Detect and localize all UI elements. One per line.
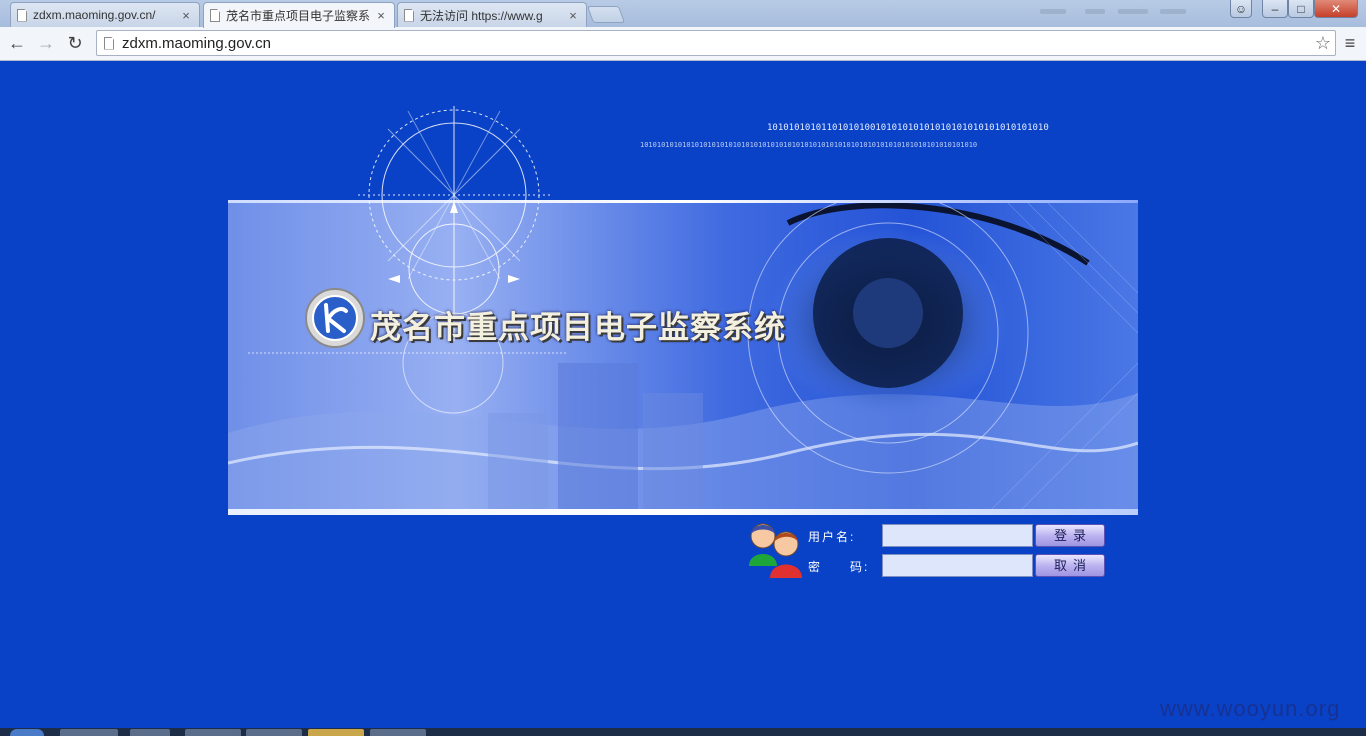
tab-monitoring-system[interactable]: 茂名市重点项目电子监察系 ×	[203, 2, 395, 28]
tab-title: zdxm.maoming.gov.cn/	[33, 8, 156, 22]
username-label: 用户名:	[808, 530, 856, 544]
profile-icon[interactable]: ☺	[1230, 0, 1252, 18]
reload-button[interactable]: ↻	[64, 32, 86, 54]
maximize-button[interactable]: □	[1288, 0, 1314, 18]
tab-title: 茂名市重点项目电子监察系	[226, 9, 371, 23]
password-label: 密 码:	[808, 560, 870, 574]
tab-unreachable[interactable]: 无法访问 https://www.g ×	[397, 2, 587, 27]
taskbar-item[interactable]	[130, 729, 170, 736]
tab-close-icon[interactable]: ×	[374, 8, 388, 23]
taskbar-item[interactable]	[60, 729, 118, 736]
page-icon	[210, 9, 220, 22]
tab-zdxm[interactable]: zdxm.maoming.gov.cn/ ×	[10, 2, 200, 27]
tab-close-icon[interactable]: ×	[179, 8, 193, 23]
watermark: www.wooyun.org	[1160, 696, 1341, 721]
blurred-text	[1160, 9, 1186, 14]
page-icon	[404, 8, 414, 22]
address-bar[interactable]: zdxm.maoming.gov.cn ☆	[96, 30, 1336, 56]
blurred-text	[1040, 9, 1066, 14]
taskbar-item[interactable]	[185, 729, 241, 736]
tab-close-icon[interactable]: ×	[566, 8, 580, 23]
binary-decoration: 1010101010110101010010101010101010101010…	[767, 123, 1049, 133]
system-logo-icon	[305, 288, 365, 348]
close-window-button[interactable]: ✕	[1314, 0, 1358, 18]
new-tab-button[interactable]	[586, 6, 626, 23]
users-icon	[749, 523, 802, 578]
taskbar-item[interactable]	[246, 729, 302, 736]
banner-bottom-bar	[228, 509, 1138, 515]
start-button[interactable]	[10, 729, 44, 736]
browser-toolbar: ← → ↻ zdxm.maoming.gov.cn ☆ ≡	[0, 27, 1366, 61]
bookmark-star-icon[interactable]: ☆	[1315, 33, 1331, 54]
minimize-button[interactable]: –	[1262, 0, 1288, 18]
url-text[interactable]: zdxm.maoming.gov.cn	[122, 35, 1315, 52]
tab-title: 无法访问 https://www.g	[420, 8, 543, 23]
tab-strip: zdxm.maoming.gov.cn/ × 茂名市重点项目电子监察系 × 无法…	[0, 0, 1366, 28]
page-icon	[104, 36, 114, 50]
cancel-button[interactable]: 取消	[1035, 554, 1105, 577]
taskbar-item[interactable]	[308, 729, 364, 736]
blurred-text	[1118, 9, 1148, 14]
back-button[interactable]: ←	[6, 32, 28, 54]
binary-decoration: 1010101010101010101010101010101010101010…	[640, 141, 978, 149]
menu-icon[interactable]: ≡	[1340, 33, 1360, 53]
blurred-text	[1085, 9, 1105, 14]
forward-button[interactable]: →	[35, 32, 57, 54]
username-input[interactable]	[882, 524, 1033, 547]
page-body: 1010101010110101010010101010101010101010…	[0, 61, 1366, 728]
os-taskbar	[0, 728, 1366, 736]
system-title: 茂名市重点项目电子监察系统	[370, 310, 786, 346]
login-button[interactable]: 登录	[1035, 524, 1105, 547]
taskbar-item[interactable]	[370, 729, 426, 736]
page-icon	[17, 8, 27, 22]
password-input[interactable]	[882, 554, 1033, 577]
